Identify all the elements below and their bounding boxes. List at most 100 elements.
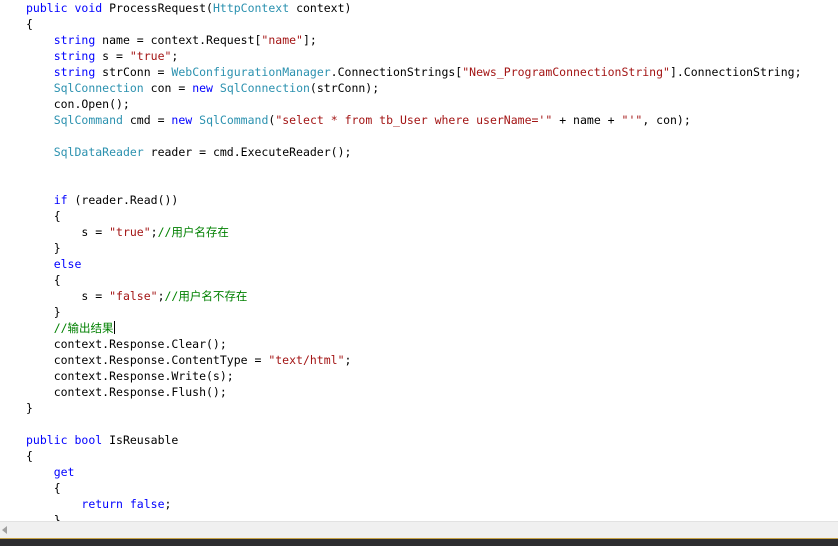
code-line: { bbox=[26, 208, 802, 224]
code-token: context.Response.Clear(); bbox=[26, 337, 227, 351]
code-token: ; bbox=[344, 353, 352, 367]
code-lines: public void ProcessRequest(HttpContext c… bbox=[26, 0, 802, 521]
code-token: cmd = bbox=[122, 113, 172, 127]
code-token: context.Response.Flush(); bbox=[26, 385, 227, 399]
code-token: s = bbox=[95, 49, 130, 63]
code-token: con = bbox=[143, 81, 193, 95]
code-token: //用户名不存在 bbox=[164, 289, 248, 303]
code-token: SqlCommand bbox=[199, 113, 269, 127]
code-token: SqlCommand bbox=[53, 113, 123, 127]
code-token: if bbox=[53, 193, 68, 207]
horizontal-scrollbar[interactable] bbox=[0, 521, 838, 539]
code-line: SqlConnection con = new SqlConnection(st… bbox=[26, 80, 802, 96]
code-token: ; bbox=[164, 497, 172, 511]
code-line: get bbox=[26, 464, 802, 480]
code-token: { bbox=[26, 449, 33, 463]
code-line: public bool IsReusable bbox=[26, 432, 802, 448]
code-token: SqlConnection bbox=[53, 81, 144, 95]
code-token: ].ConnectionString; bbox=[669, 65, 802, 79]
code-token: ProcessRequest( bbox=[102, 1, 213, 15]
code-token: ]; bbox=[302, 33, 317, 47]
code-token: public bbox=[26, 433, 68, 447]
code-token: } bbox=[26, 305, 61, 319]
code-token: //用户名存在 bbox=[157, 225, 229, 239]
code-token: strConn = bbox=[95, 65, 172, 79]
code-line: string s = "true"; bbox=[26, 48, 802, 64]
code-line: SqlCommand cmd = new SqlCommand("select … bbox=[26, 112, 802, 128]
code-line: context.Response.Flush(); bbox=[26, 384, 802, 400]
code-token: ; bbox=[171, 49, 179, 63]
code-line: } bbox=[26, 304, 802, 320]
code-token: { bbox=[26, 209, 61, 223]
code-token: "select * from tb_User where userName='" bbox=[275, 113, 553, 127]
code-token: "true" bbox=[129, 49, 172, 63]
code-token: ; bbox=[157, 289, 165, 303]
code-token: string bbox=[53, 65, 96, 79]
code-line: ​ bbox=[26, 160, 802, 176]
code-line: ​ bbox=[26, 416, 802, 432]
text-caret bbox=[113, 321, 115, 334]
code-token: "name" bbox=[261, 33, 303, 47]
code-token: { bbox=[26, 17, 33, 31]
code-line: { bbox=[26, 16, 802, 32]
code-line: } bbox=[26, 512, 802, 521]
code-token: name = context.Request[ bbox=[95, 33, 262, 47]
code-token: (strConn); bbox=[309, 81, 380, 95]
code-line: { bbox=[26, 480, 802, 496]
code-token: //输出结果 bbox=[53, 321, 114, 335]
code-token: } bbox=[26, 513, 61, 521]
code-editor[interactable]: public void ProcessRequest(HttpContext c… bbox=[0, 0, 838, 521]
code-token: .ConnectionStrings[ bbox=[330, 65, 463, 79]
code-token: context.Response.Write(s); bbox=[26, 369, 234, 383]
code-token: "false" bbox=[109, 289, 158, 303]
code-token: return bbox=[81, 497, 123, 511]
code-token: context.Response.ContentType = bbox=[26, 353, 269, 367]
code-token: } bbox=[26, 241, 61, 255]
code-token: "News_ProgramConnectionString" bbox=[462, 65, 670, 79]
code-line: s = "false";//用户名不存在 bbox=[26, 288, 802, 304]
code-line: s = "true";//用户名存在 bbox=[26, 224, 802, 240]
code-token: } bbox=[26, 401, 33, 415]
code-line: //输出结果 bbox=[26, 320, 802, 336]
code-token: "true" bbox=[109, 225, 151, 239]
code-token: SqlDataReader bbox=[53, 145, 144, 159]
code-line: public void ProcessRequest(HttpContext c… bbox=[26, 0, 802, 16]
code-token: , con); bbox=[642, 113, 691, 127]
code-token: con.Open(); bbox=[26, 97, 130, 111]
code-line: return false; bbox=[26, 496, 802, 512]
code-line: context.Response.Clear(); bbox=[26, 336, 802, 352]
code-token: void bbox=[74, 1, 103, 15]
code-token: { bbox=[26, 273, 61, 287]
code-line: { bbox=[26, 448, 802, 464]
code-line: if (reader.Read()) bbox=[26, 192, 802, 208]
code-token: IsReusable bbox=[102, 433, 179, 447]
code-token: false bbox=[129, 497, 165, 511]
code-token: { bbox=[26, 481, 61, 495]
code-token: string bbox=[53, 33, 96, 47]
code-line: context.Response.Write(s); bbox=[26, 368, 802, 384]
code-line: ​ bbox=[26, 176, 802, 192]
code-token: else bbox=[53, 257, 82, 271]
code-token: + name + bbox=[552, 113, 622, 127]
code-line: } bbox=[26, 400, 802, 416]
code-token: string bbox=[53, 49, 96, 63]
code-token: new bbox=[192, 81, 213, 95]
code-token: "text/html" bbox=[268, 353, 345, 367]
scroll-left-arrow-icon[interactable] bbox=[2, 526, 7, 534]
code-token: s = bbox=[26, 289, 110, 303]
code-token: WebConfigurationManager bbox=[171, 65, 331, 79]
code-token: HttpContext bbox=[212, 1, 290, 15]
code-line: SqlDataReader reader = cmd.ExecuteReader… bbox=[26, 144, 802, 160]
